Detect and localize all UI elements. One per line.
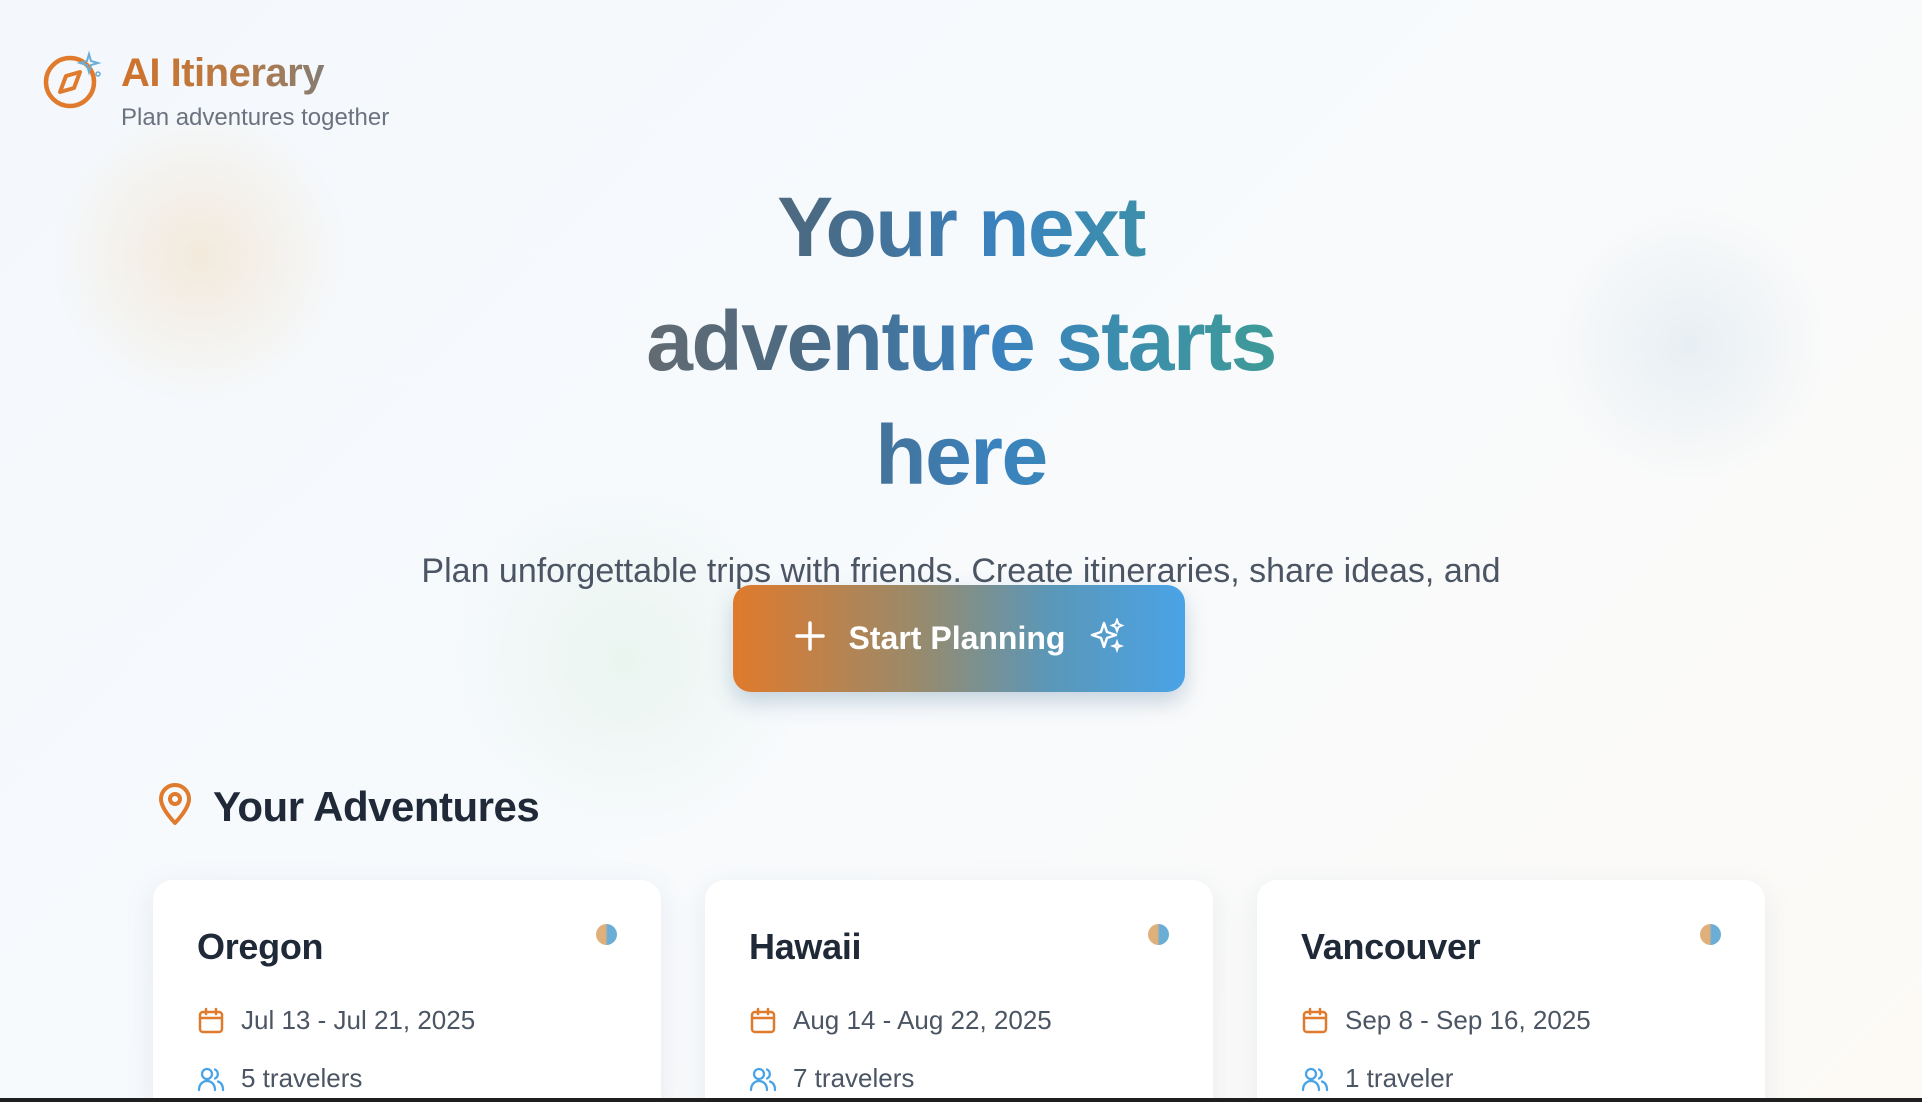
section-title: Your Adventures [213, 782, 540, 830]
calendar-icon [197, 1007, 225, 1035]
trip-dates-text: Jul 13 - Jul 21, 2025 [241, 1005, 476, 1035]
start-planning-button[interactable]: Start Planning [733, 585, 1185, 692]
trip-status-dot [596, 924, 617, 945]
trip-travelers: 7 travelers [749, 1063, 914, 1094]
trip-status-dot [1148, 924, 1169, 945]
app-title: AI Itinerary [121, 50, 389, 96]
calendar-icon [749, 1007, 777, 1035]
users-icon [1301, 1065, 1329, 1093]
trip-travelers-text: 5 travelers [241, 1063, 363, 1093]
app-subtitle: Plan adventures together [121, 104, 390, 131]
trip-travelers: 5 travelers [197, 1063, 362, 1094]
trip-dates: Sep 8 - Sep 16, 2025 [1301, 1005, 1591, 1036]
map-pin-icon [155, 782, 195, 831]
trip-name: Oregon [197, 926, 324, 967]
sparkles-icon [1089, 617, 1125, 659]
plus-icon [793, 619, 827, 658]
users-icon [197, 1065, 225, 1093]
start-planning-label: Start Planning [848, 620, 1066, 656]
trip-dates: Aug 14 - Aug 22, 2025 [749, 1005, 1052, 1036]
trip-dates: Jul 13 - Jul 21, 2025 [197, 1005, 475, 1036]
adventures-header: Your Adventures [155, 782, 540, 831]
trip-dates-text: Sep 8 - Sep 16, 2025 [1345, 1005, 1591, 1035]
app-page: AI Itinerary Plan adventures together Yo… [0, 0, 1922, 1102]
trip-name: Hawaii [749, 926, 862, 967]
brand-header[interactable]: AI Itinerary Plan adventures together [42, 50, 389, 132]
trip-dates-text: Aug 14 - Aug 22, 2025 [793, 1005, 1052, 1035]
users-icon [749, 1065, 777, 1093]
trip-travelers-text: 7 travelers [793, 1063, 915, 1093]
window-bottom-edge [0, 1098, 1922, 1102]
calendar-icon [1301, 1007, 1329, 1035]
trip-travelers-text: 1 traveler [1345, 1063, 1454, 1093]
trip-travelers: 1 traveler [1301, 1063, 1453, 1094]
hero-title: Your next adventure starts here [591, 170, 1331, 512]
compass-sparkle-icon [42, 50, 104, 112]
trip-status-dot [1700, 924, 1721, 945]
trip-name: Vancouver [1301, 926, 1481, 967]
